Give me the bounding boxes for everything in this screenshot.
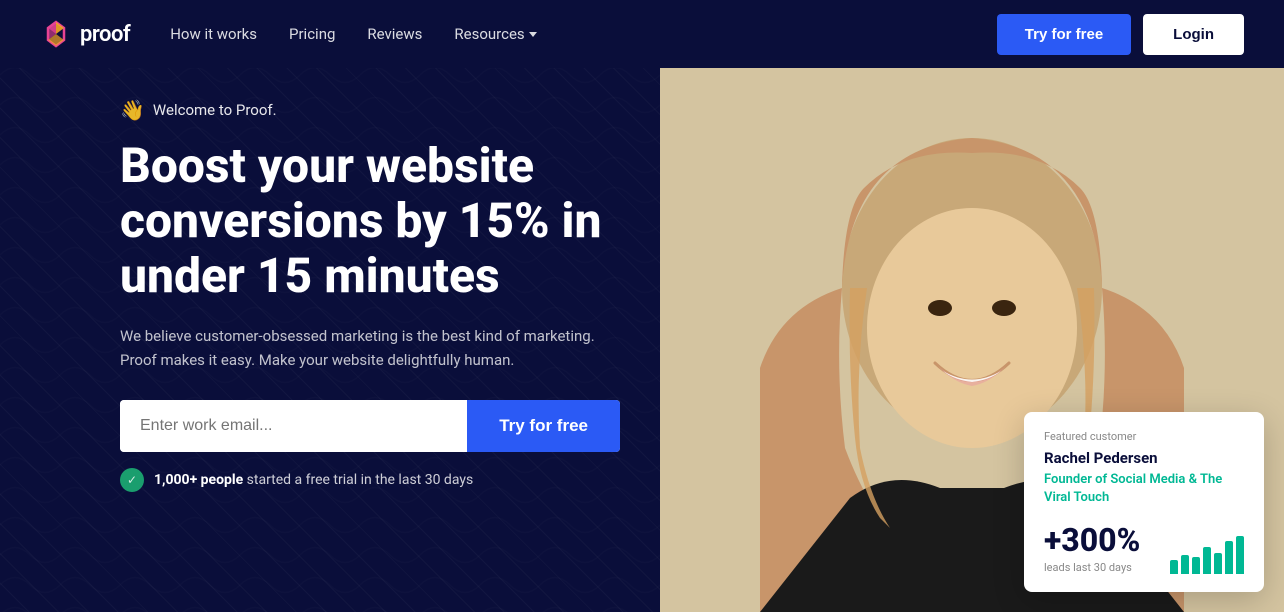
logo[interactable]: proof (40, 18, 130, 50)
proof-checkmark-icon: ✓ (120, 468, 144, 492)
customer-name: Rachel Pedersen (1044, 449, 1244, 467)
chart-bar (1203, 547, 1211, 574)
chart-bar (1236, 536, 1244, 574)
social-proof-bold: 1,000+ people (154, 472, 243, 488)
welcome-text: Welcome to Proof. (153, 101, 277, 119)
stat-number: +300% (1044, 521, 1140, 559)
nav-links: How it works Pricing Reviews Resources (170, 25, 997, 43)
chevron-down-icon (529, 32, 537, 37)
hero-subtext: We believe customer-obsessed marketing i… (120, 324, 600, 372)
email-form: Try for free (120, 400, 620, 452)
social-proof: ✓ 1,000+ people started a free trial in … (120, 468, 620, 492)
chart-bar (1225, 541, 1233, 574)
customer-card: Featured customer Rachel Pedersen Founde… (1024, 412, 1264, 592)
customer-title: Founder of Social Media & The Viral Touc… (1044, 471, 1244, 507)
nav-item-resources[interactable]: Resources (454, 25, 536, 43)
chart-bar (1214, 553, 1222, 574)
logo-text: proof (80, 22, 130, 47)
social-proof-rest: started a free trial in the last 30 days (243, 472, 473, 488)
logo-icon (40, 18, 72, 50)
stat-block: +300% leads last 30 days (1044, 521, 1140, 574)
chart-bar (1170, 560, 1178, 574)
nav-login-button[interactable]: Login (1143, 14, 1244, 55)
stat-label: leads last 30 days (1044, 561, 1140, 574)
navbar: proof How it works Pricing Reviews Resou… (0, 0, 1284, 68)
nav-try-free-button[interactable]: Try for free (997, 14, 1131, 55)
chart-bar (1192, 557, 1200, 574)
customer-stats: +300% leads last 30 days (1044, 521, 1244, 574)
main-content: 👋 Welcome to Proof. Boost your website c… (0, 68, 1284, 612)
featured-label: Featured customer (1044, 430, 1244, 443)
nav-item-how-it-works[interactable]: How it works (170, 25, 257, 43)
hero-headline: Boost your website conversions by 15% in… (120, 138, 620, 304)
wave-emoji: 👋 (120, 98, 145, 122)
nav-actions: Try for free Login (997, 14, 1244, 55)
hero-try-free-button[interactable]: Try for free (467, 400, 620, 452)
hero-image-section: Featured customer Rachel Pedersen Founde… (660, 68, 1284, 612)
email-input[interactable] (120, 400, 467, 452)
welcome-badge: 👋 Welcome to Proof. (120, 98, 620, 122)
nav-item-pricing[interactable]: Pricing (289, 25, 335, 43)
hero-section: 👋 Welcome to Proof. Boost your website c… (0, 68, 660, 612)
chart-bar (1181, 555, 1189, 574)
nav-item-reviews[interactable]: Reviews (367, 25, 422, 43)
social-proof-text: 1,000+ people started a free trial in th… (154, 472, 473, 488)
chart-bars (1170, 534, 1244, 574)
